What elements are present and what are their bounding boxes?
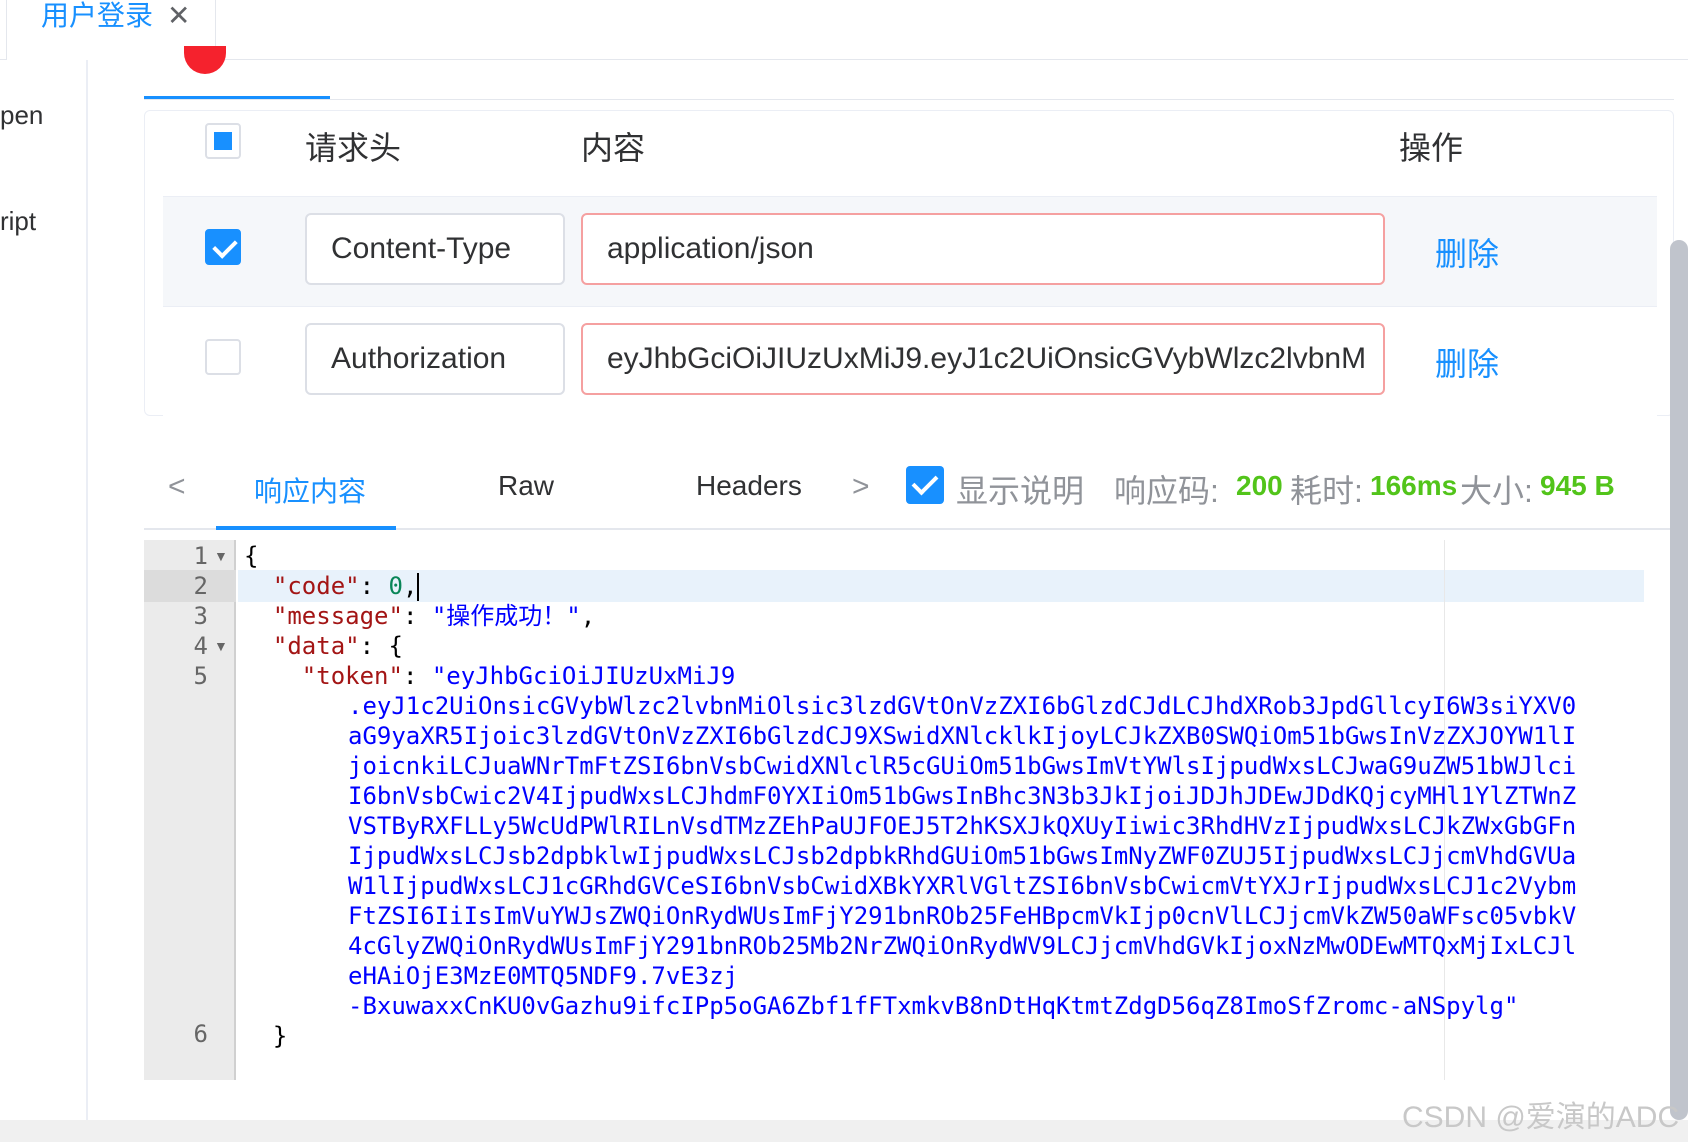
watermark: CSDN @爱演的ADC <box>1402 1101 1680 1134</box>
token-wrap-line: 4cGlyZWQiOnRydWUsImFjY291bnROb25Mb2NrZWQ… <box>348 932 1577 960</box>
tab-bar: 用户登录 ✕ <box>0 0 1688 60</box>
token-wrap-line: joicnkiLCJuaWNrTmFtZSI6bnVsbCwidXNlclR5c… <box>348 752 1577 780</box>
code-line: "data": { <box>272 632 403 660</box>
size-value: 945 B <box>1540 470 1615 501</box>
response-code-editor[interactable]: 1 ▼ 2 3 4 ▼ 5 6 { "code": 0, "message": … <box>144 540 1644 1080</box>
json-string: "操作成功！" <box>431 602 581 630</box>
line-number: 6 <box>193 1020 208 1048</box>
code-brace: { <box>244 542 259 570</box>
line-number: 2 <box>193 572 208 600</box>
status-code-label: 响应码: <box>1114 473 1219 509</box>
code-line: { <box>244 540 258 572</box>
line-number: 3 <box>193 602 208 630</box>
table-header-row: 请求头 内容 操作 <box>163 111 1657 197</box>
vertical-scrollbar[interactable] <box>1670 240 1688 1120</box>
status-dot-icon <box>184 46 226 74</box>
line-number: 5 <box>193 662 208 690</box>
table-row: Authorization eyJhbGciOiJIUzUxMiJ9.eyJ1c… <box>163 307 1657 417</box>
column-header-action: 操作 <box>1399 130 1464 166</box>
show-description-label: 显示说明 <box>956 473 1085 509</box>
left-sidebar: pen ript <box>0 60 88 1142</box>
json-key: "token" <box>301 662 403 690</box>
token-wrap-line: I6bnVsbCwic2V4IjpudWxsLCJhdmF0YXIiOm51bG… <box>348 782 1577 810</box>
line-number: 1 <box>193 542 208 570</box>
time-value: 166ms <box>1370 470 1458 501</box>
editor-active-line <box>238 570 1644 602</box>
json-number: 0 <box>388 572 403 600</box>
tab-headers[interactable]: Headers <box>696 470 802 502</box>
tab-response-content[interactable]: 响应内容 <box>254 470 366 510</box>
delete-button[interactable]: 删除 <box>1435 339 1499 385</box>
row-checkbox[interactable] <box>205 339 241 375</box>
code-brace: } <box>272 1022 288 1050</box>
table-row: Content-Type application/json 删除 <box>163 197 1657 307</box>
json-string: "eyJhbGciOiJIUzUxMiJ9 <box>431 662 736 690</box>
code-line: } <box>244 1020 287 1052</box>
column-header-key: 请求头 <box>305 130 402 166</box>
status-code-value: 200 <box>1236 470 1283 501</box>
code-line: "token": "eyJhbGciOiJIUzUxMiJ9 <box>301 662 736 690</box>
sidebar-item[interactable]: ript <box>0 206 36 237</box>
time-label: 耗时: <box>1290 473 1363 509</box>
token-wrap-line: W1lIjpudWxsLCJ1cGRhdGVCeSI6bnVsbCwidXBkY… <box>348 872 1577 900</box>
fold-arrow-icon[interactable]: ▼ <box>214 638 228 654</box>
size-label: 大小: <box>1460 473 1533 509</box>
close-icon[interactable]: ✕ <box>167 2 190 30</box>
row-checkbox[interactable] <box>205 229 241 265</box>
token-wrap-line: .eyJ1c2UiOnsicGVybWlzc2lvbnMiOlsic3lzdGV… <box>348 692 1577 720</box>
header-key-input[interactable]: Authorization <box>305 323 565 395</box>
delete-button[interactable]: 删除 <box>1435 229 1499 275</box>
text-cursor <box>417 573 420 601</box>
json-key: "message" <box>272 602 403 630</box>
column-header-value: 内容 <box>581 130 646 166</box>
response-tab-active-indicator <box>216 526 396 530</box>
tab-next-icon[interactable]: > <box>852 470 870 504</box>
request-headers-table: 请求头 内容 操作 Content-Type application/json … <box>144 110 1674 417</box>
token-wrap-line: eHAiOjE3MzE0MTQ5NDF9.7vE3zj <box>348 962 739 990</box>
code-line: "message": "操作成功！", <box>272 602 596 630</box>
sidebar-item[interactable]: pen <box>0 100 43 131</box>
token-wrap-line: IjpudWxsLCJsb2dpbklwIjpudWxsLCJsb2dpbkRh… <box>348 842 1577 870</box>
line-number: 4 <box>193 632 208 660</box>
token-wrap-line: aG9yaXR5Ijoic3lzdGVtOnVzZXI6bGlzdCJ9XSwi… <box>348 722 1577 750</box>
header-key-input[interactable]: Content-Type <box>305 213 565 285</box>
tab-raw[interactable]: Raw <box>498 470 554 502</box>
json-key: "data" <box>272 632 360 660</box>
token-wrap-line: -BxuwaxxCnKU0vGazhu9ifcIPp5oGA6Zbf1fFTxm… <box>348 992 1519 1020</box>
header-value-input[interactable]: application/json <box>581 213 1385 285</box>
json-key: "code" <box>272 572 360 600</box>
token-wrap-line: VSTByRXFLLy5WcUdPWlRILnVsdTMzZEhPaUJFOEJ… <box>348 812 1577 840</box>
app-root: 用户登录 ✕ pen ript 请求头 内容 操作 Content-Type a… <box>0 0 1688 1142</box>
tab-prev-icon[interactable]: < <box>168 470 186 504</box>
subtab-divider <box>144 99 1674 100</box>
response-tab-bar: < 响应内容 Raw Headers > 显示说明 响应码: 200 耗时: 1… <box>144 440 1674 530</box>
code-line: "code": 0, <box>272 572 420 601</box>
header-value-input[interactable]: eyJhbGciOiJIUzUxMiJ9.eyJ1c2UiOnsicGVybWl… <box>581 323 1385 395</box>
show-description-checkbox[interactable] <box>906 466 944 504</box>
token-wrap-line: FtZSI6IiIsImVuYWJsZWQiOnRydWUsImFjY291bn… <box>348 902 1577 930</box>
fold-arrow-icon[interactable]: ▼ <box>214 548 228 564</box>
tab-label: 用户登录 <box>41 0 154 31</box>
select-all-checkbox[interactable] <box>205 123 241 159</box>
